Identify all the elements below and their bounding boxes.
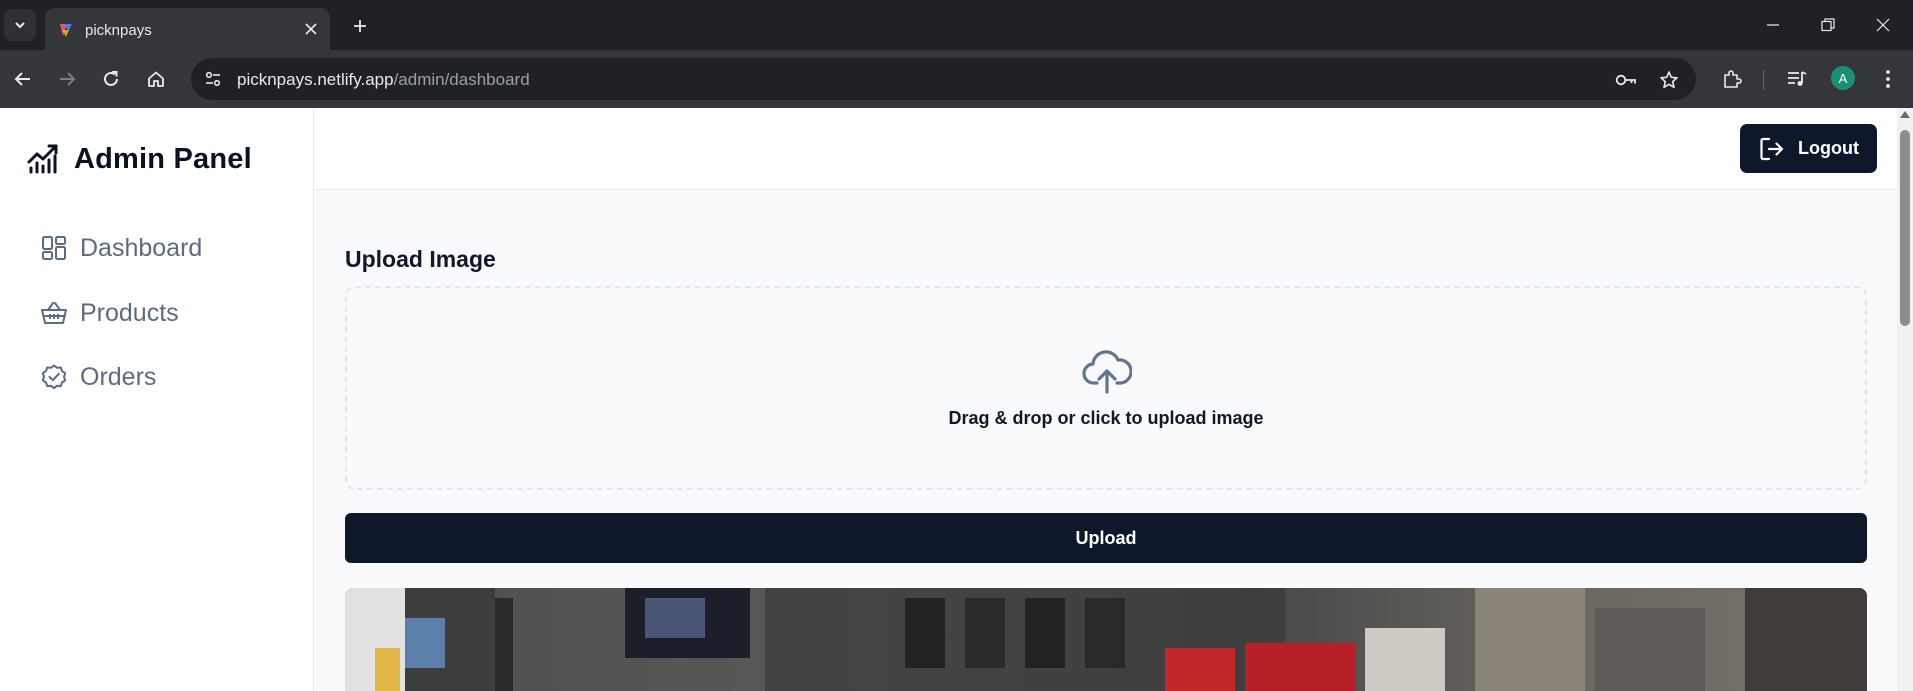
restore-button[interactable] [1813,10,1843,40]
section-title: Upload Image [345,246,496,272]
window-close-button[interactable] [1868,10,1898,40]
url-host: picknpays.netlify.app [237,70,394,89]
tab-title: picknpays [85,22,152,39]
reload-button[interactable] [96,64,126,94]
toolbar-separator [1763,70,1764,90]
grid-icon [40,234,68,262]
address-bar[interactable]: picknpays.netlify.app/admin/dashboard [191,58,1696,100]
chevron-down-icon [15,22,25,29]
reload-icon [104,71,118,86]
site-info-icon[interactable] [201,67,225,91]
basket-icon [40,299,68,327]
uploaded-image-preview [345,588,1867,691]
upload-button[interactable]: Upload [345,513,1867,563]
chrome-menu-button[interactable] [1873,64,1903,94]
brand-title: Admin Panel [74,142,252,175]
back-icon [14,72,30,86]
media-controls-button[interactable] [1782,64,1812,94]
logout-label: Logout [1798,138,1859,158]
back-button[interactable] [8,64,38,94]
page-header: Logout [315,108,1897,190]
brand[interactable]: Admin Panel [26,142,252,176]
new-tab-button[interactable] [346,12,374,40]
cloud-upload-icon [1082,349,1132,395]
profile-avatar[interactable]: A [1831,66,1855,90]
url-path: /admin/dashboard [393,70,530,89]
scrollbar-thumb[interactable] [1900,130,1910,326]
home-icon [148,71,164,87]
url-text[interactable]: picknpays.netlify.app/admin/dashboard [237,70,530,90]
minimize-button[interactable] [1758,10,1788,40]
page-scrollbar[interactable] [1897,108,1913,691]
media-icon [1788,71,1807,86]
star-icon[interactable] [1657,68,1681,92]
check-badge-icon [40,363,68,391]
sidebar-item-dashboard[interactable]: Dashboard [40,228,202,268]
key-icon[interactable] [1614,68,1638,92]
browser-tab-bar: picknpays [0,0,1913,50]
scroll-up-arrow-icon[interactable] [1900,111,1910,118]
sidebar-item-label: Products [80,298,179,327]
sidebar-item-label: Dashboard [80,233,203,262]
logout-button[interactable]: Logout [1740,124,1877,173]
page: Admin Panel Dashboard Products Orders Lo… [0,108,1897,691]
tab-search-button[interactable] [4,9,36,41]
forward-button[interactable] [52,64,82,94]
picknpays-favicon-icon [60,24,72,37]
plus-icon [354,20,366,32]
restore-icon [1821,18,1835,32]
main-content: Upload Image Drag & drop or click to upl… [315,191,1897,691]
sidebar: Admin Panel Dashboard Products Orders [0,108,314,691]
sidebar-item-products[interactable]: Products [40,293,179,333]
window-close-icon [1876,18,1890,32]
forward-icon [60,72,76,86]
sidebar-item-label: Orders [80,362,157,391]
extensions-icon [1724,70,1742,88]
menu-icon [1886,70,1890,88]
sidebar-item-orders[interactable]: Orders [40,357,156,397]
home-button[interactable] [141,64,171,94]
upload-dropzone[interactable]: Drag & drop or click to upload image [345,286,1867,490]
browser-tab[interactable]: picknpays [45,8,330,50]
tab-close-icon[interactable] [302,20,320,38]
minimize-icon [1767,24,1779,26]
dropzone-text: Drag & drop or click to upload image [948,408,1264,428]
chart-line-icon [26,142,60,176]
logout-icon [1758,135,1786,163]
extensions-button[interactable] [1717,64,1747,94]
browser-toolbar: picknpays.netlify.app/admin/dashboard [0,50,1913,108]
